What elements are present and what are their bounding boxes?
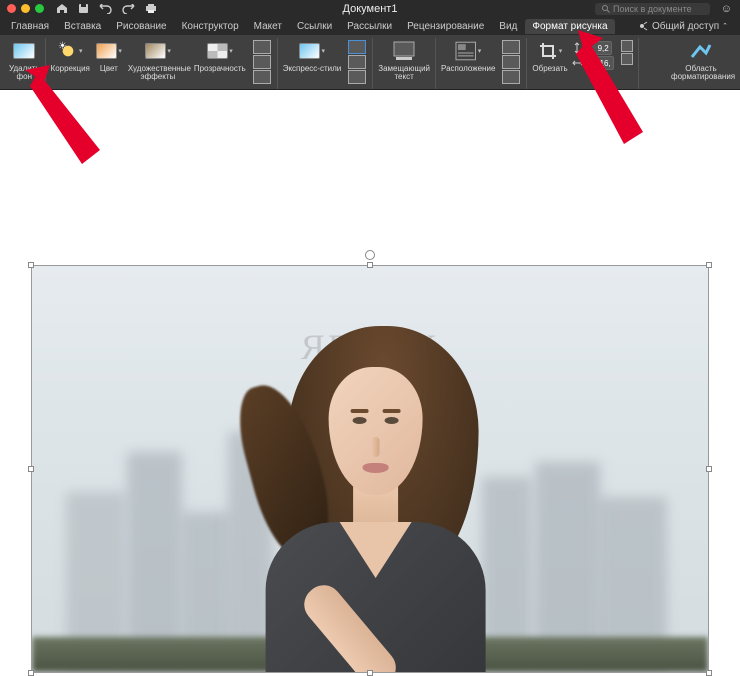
minimize-window-button[interactable] <box>21 4 30 13</box>
artistic-effects-button[interactable]: ▾ Художественные эффекты <box>126 38 190 86</box>
redo-icon[interactable] <box>122 4 135 14</box>
resize-handle-tr[interactable] <box>706 262 712 268</box>
resize-handle-bl[interactable] <box>28 670 34 676</box>
print-icon[interactable] <box>145 3 157 14</box>
resize-handle-ml[interactable] <box>28 466 34 472</box>
reset-picture-icon[interactable] <box>253 70 271 84</box>
annotation-arrow-left <box>10 60 110 170</box>
resize-handle-tm[interactable] <box>367 262 373 268</box>
tab-refs[interactable]: Ссылки <box>290 19 339 34</box>
resize-handle-tl[interactable] <box>28 262 34 268</box>
resize-handle-bm[interactable] <box>367 670 373 676</box>
alt-text-button[interactable]: Замещающий текст <box>376 38 432 82</box>
quick-styles-button[interactable]: ▾ Экспресс-стили <box>281 38 344 86</box>
search-placeholder: Поиск в документе <box>613 4 692 14</box>
picture-effects-icon[interactable] <box>348 55 366 69</box>
compress-pictures-icon[interactable] <box>253 40 271 54</box>
tab-design[interactable]: Конструктор <box>175 19 246 34</box>
format-pane-button[interactable]: Область форматирования <box>669 38 733 82</box>
rotation-handle[interactable] <box>365 250 375 260</box>
title-bar: Документ1 Поиск в документе ☺ <box>0 0 740 17</box>
undo-icon[interactable] <box>99 4 112 14</box>
tab-home[interactable]: Главная <box>4 19 56 34</box>
tab-draw[interactable]: Рисование <box>109 19 173 34</box>
picture-border-icon[interactable] <box>348 40 366 54</box>
search-icon <box>601 4 610 13</box>
document-canvas[interactable]: ЯБЛЫК <box>0 90 740 598</box>
transparency-button[interactable]: ▾ Прозрачность <box>192 38 248 86</box>
resize-handle-br[interactable] <box>706 670 712 676</box>
position-button[interactable]: ▾ Расположение <box>439 38 497 86</box>
home-icon[interactable] <box>56 3 68 14</box>
annotation-arrow-right <box>558 22 658 152</box>
tab-mail[interactable]: Рассылки <box>340 19 399 34</box>
resize-handle-mr[interactable] <box>706 466 712 472</box>
selected-image[interactable]: ЯБЛЫК <box>31 265 709 673</box>
tab-review[interactable]: Рецензирование <box>400 19 491 34</box>
feedback-icon[interactable]: ☺ <box>721 3 732 15</box>
wrap-text-icon[interactable] <box>502 40 520 54</box>
tab-view[interactable]: Вид <box>492 19 524 34</box>
maximize-window-button[interactable] <box>35 4 44 13</box>
tab-insert[interactable]: Вставка <box>57 19 108 34</box>
picture-layout-icon[interactable] <box>348 70 366 84</box>
save-icon[interactable] <box>78 3 89 14</box>
document-title: Документ1 <box>343 3 398 15</box>
close-window-button[interactable] <box>7 4 16 13</box>
photo-content: ЯБЛЫК <box>32 266 708 672</box>
bring-forward-icon[interactable] <box>502 55 520 69</box>
change-picture-icon[interactable] <box>253 55 271 69</box>
send-backward-icon[interactable] <box>502 70 520 84</box>
window-controls <box>0 4 44 13</box>
tab-layout[interactable]: Макет <box>247 19 289 34</box>
search-input[interactable]: Поиск в документе <box>595 3 710 15</box>
